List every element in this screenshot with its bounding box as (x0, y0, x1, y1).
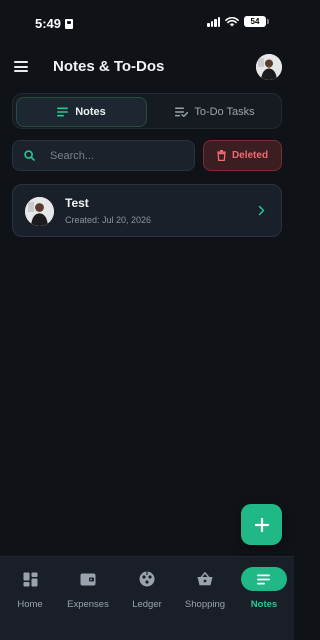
search-field[interactable] (12, 140, 195, 171)
note-list-item[interactable]: Test Created: Jul 20, 2026 (12, 184, 282, 237)
nav-item-home[interactable]: Home (0, 567, 60, 610)
profile-avatar[interactable] (256, 54, 282, 80)
cellular-signal-icon (207, 16, 220, 27)
nav-item-ledger[interactable]: Ledger (117, 567, 177, 610)
note-title: Test (65, 196, 89, 210)
menu-icon[interactable] (14, 61, 28, 72)
tab-todo-label: To-Do Tasks (194, 106, 255, 118)
plus-icon (254, 517, 269, 532)
nav-label-notes: Notes (250, 599, 278, 610)
status-bar: 5:49 54 (0, 0, 294, 44)
ledger-icon (139, 571, 155, 587)
nav-item-shopping[interactable]: Shopping (175, 567, 235, 610)
status-indicators: 54 (207, 16, 269, 27)
note-created-date: Created: Jul 20, 2026 (65, 215, 152, 225)
person-photo-icon (25, 197, 54, 226)
dashboard-icon (23, 572, 37, 586)
search-icon (24, 150, 35, 161)
wallet-icon (80, 573, 96, 586)
notes-lines-icon (57, 107, 69, 117)
deleted-button-label: Deleted (231, 150, 269, 161)
note-author-avatar (25, 197, 54, 226)
nav-icon-container (7, 567, 53, 591)
search-input[interactable] (50, 149, 170, 162)
nav-icon-container (182, 567, 228, 591)
nav-item-notes[interactable]: Notes (234, 567, 294, 610)
bottom-navigation: Home Expenses Ledger Shopping Notes (0, 556, 294, 640)
nav-label-ledger: Ledger (132, 599, 162, 610)
nav-icon-container (65, 567, 111, 591)
notes-todo-tabs: Notes To-Do Tasks (12, 93, 282, 129)
tab-todo-tasks[interactable]: To-Do Tasks (150, 97, 280, 127)
person-photo-icon (256, 54, 282, 80)
nav-icon-container (241, 567, 287, 591)
page-title: Notes & To-Dos (53, 58, 165, 75)
chevron-right-icon (258, 205, 265, 216)
checklist-icon (175, 107, 189, 117)
battery-level: 54 (250, 17, 260, 26)
wifi-icon (225, 16, 239, 26)
battery-icon: 54 (244, 16, 269, 27)
status-time: 5:49 (35, 16, 74, 31)
nav-label-shopping: Shopping (184, 599, 226, 610)
status-time-text: 5:49 (35, 16, 62, 31)
nav-item-expenses[interactable]: Expenses (58, 567, 118, 610)
trash-icon (216, 150, 226, 161)
add-note-button[interactable] (241, 504, 282, 545)
tab-notes-label: Notes (75, 106, 106, 118)
nav-label-home: Home (17, 599, 43, 610)
deleted-button[interactable]: Deleted (203, 140, 282, 171)
contact-card-icon (65, 18, 74, 29)
nav-icon-container (124, 567, 170, 591)
tab-notes[interactable]: Notes (16, 97, 147, 127)
basket-icon (197, 572, 213, 586)
notes-icon (257, 574, 270, 584)
app-header: Notes & To-Dos (0, 50, 294, 84)
nav-label-expenses: Expenses (67, 599, 109, 610)
